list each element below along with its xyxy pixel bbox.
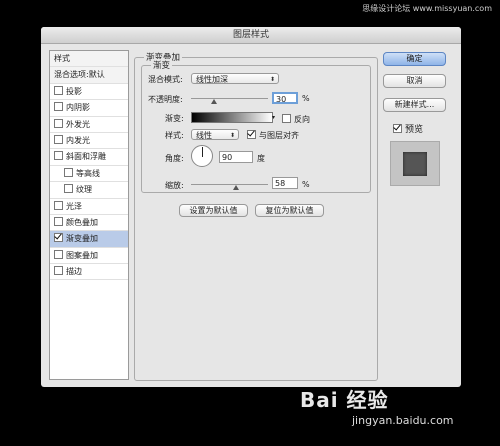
- gradient-dropdown-icon[interactable]: ▾: [272, 112, 277, 123]
- opacity-input[interactable]: 30: [272, 92, 298, 104]
- style-list-label: 等高线: [76, 168, 100, 178]
- style-preview: [390, 141, 440, 186]
- watermark-top: 思缘设计论坛 www.missyuan.com: [362, 4, 492, 13]
- opacity-slider-handle[interactable]: [211, 99, 218, 104]
- style-list-item[interactable]: 等高线: [50, 166, 128, 183]
- preview-checkbox-box[interactable]: [393, 124, 402, 133]
- gradient-group-title: 渐变: [151, 59, 173, 71]
- scale-input[interactable]: 58: [272, 177, 298, 189]
- dialog-title: 图层样式: [41, 27, 461, 44]
- style-list-item[interactable]: 斜面和浮雕: [50, 149, 128, 166]
- style-checkbox[interactable]: [54, 102, 63, 112]
- opacity-slider[interactable]: [191, 98, 268, 99]
- make-default-button[interactable]: 设置为默认值: [179, 204, 248, 217]
- baidu-watermark-url: jingyan.baidu.com: [352, 414, 454, 427]
- style-list-item[interactable]: 描边: [50, 264, 128, 281]
- style-checkbox[interactable]: [54, 266, 63, 276]
- style-list-label: 颜色叠加: [66, 217, 98, 227]
- gradient-style-select[interactable]: 线性 ⬍: [191, 129, 239, 140]
- style-list-item[interactable]: 内发光: [50, 133, 128, 150]
- style-checkbox[interactable]: [54, 118, 63, 128]
- angle-unit: 度: [257, 154, 265, 163]
- style-list-label: 描边: [66, 267, 82, 277]
- opacity-label: 不透明度:: [148, 95, 183, 104]
- reverse-checkbox[interactable]: 反向: [282, 114, 310, 125]
- gradient-label: 渐变:: [165, 114, 184, 123]
- style-checkbox[interactable]: [54, 85, 63, 95]
- style-list-label: 纹理: [76, 185, 92, 195]
- style-list-item[interactable]: 渐变叠加: [50, 231, 128, 248]
- style-checkbox[interactable]: [54, 216, 63, 226]
- styles-list: 样式混合选项:默认投影内阴影外发光内发光斜面和浮雕等高线纹理光泽颜色叠加渐变叠加…: [49, 50, 129, 380]
- align-checkbox-box[interactable]: [247, 130, 256, 139]
- gradient-preview-bar[interactable]: [191, 112, 273, 123]
- new-style-button[interactable]: 新建样式...: [383, 98, 446, 112]
- select-arrow-icon: ⬍: [229, 132, 235, 139]
- layer-style-dialog: 图层样式 样式混合选项:默认投影内阴影外发光内发光斜面和浮雕等高线纹理光泽颜色叠…: [41, 27, 461, 387]
- scale-slider[interactable]: [191, 184, 268, 185]
- style-list-item[interactable]: 纹理: [50, 182, 128, 199]
- cancel-button[interactable]: 取消: [383, 74, 446, 88]
- reverse-checkbox-box[interactable]: [282, 114, 291, 123]
- scale-unit: %: [302, 180, 310, 189]
- scale-slider-handle[interactable]: [232, 185, 239, 190]
- style-checkbox[interactable]: [54, 249, 63, 259]
- style-list-item[interactable]: 投影: [50, 84, 128, 101]
- style-checkbox[interactable]: [54, 200, 63, 210]
- angle-label: 角度:: [165, 154, 184, 163]
- style-list-label: 图案叠加: [66, 250, 98, 260]
- style-label: 样式:: [165, 131, 184, 140]
- scale-label: 缩放:: [165, 181, 184, 190]
- style-list-item[interactable]: 外发光: [50, 117, 128, 133]
- gradient-style-value: 线性: [196, 131, 212, 140]
- style-list-item[interactable]: 光泽: [50, 199, 128, 215]
- align-with-layer-checkbox[interactable]: 与图层对齐: [247, 130, 299, 141]
- preview-label: 预览: [405, 125, 424, 135]
- angle-input[interactable]: 90: [219, 151, 253, 163]
- preview-swatch: [403, 152, 427, 176]
- style-list-item[interactable]: 颜色叠加: [50, 215, 128, 232]
- preview-checkbox[interactable]: 预览: [393, 122, 423, 135]
- style-list-label: 渐变叠加: [66, 234, 98, 244]
- reset-default-button[interactable]: 复位为默认值: [255, 204, 324, 217]
- style-list-label: 样式: [54, 54, 70, 63]
- style-checkbox[interactable]: [54, 151, 63, 161]
- opacity-unit: %: [302, 94, 310, 103]
- style-checkbox[interactable]: [54, 233, 63, 243]
- blend-mode-value: 线性加深: [196, 75, 228, 84]
- style-list-label: 外发光: [66, 119, 90, 129]
- style-list-label: 混合选项:默认: [54, 70, 105, 80]
- style-list-label: 内发光: [66, 135, 90, 145]
- style-list-label: 内阴影: [66, 103, 90, 113]
- style-list-label: 投影: [66, 86, 82, 96]
- select-arrow-icon: ⬍: [269, 76, 275, 83]
- reverse-label: 反向: [294, 115, 310, 124]
- style-list-label: 光泽: [66, 201, 82, 211]
- angle-dial[interactable]: [191, 145, 213, 167]
- ok-button[interactable]: 确定: [383, 52, 446, 66]
- blend-mode-select[interactable]: 线性加深 ⬍: [191, 73, 279, 84]
- style-list-label: 斜面和浮雕: [66, 152, 106, 162]
- align-label: 与图层对齐: [259, 131, 299, 140]
- style-list-item[interactable]: 内阴影: [50, 100, 128, 117]
- blend-mode-label: 混合模式:: [148, 75, 183, 84]
- style-list-item[interactable]: 图案叠加: [50, 248, 128, 265]
- style-checkbox[interactable]: [54, 134, 63, 144]
- style-list-item[interactable]: 样式: [50, 51, 128, 68]
- style-list-item[interactable]: 混合选项:默认: [50, 67, 128, 84]
- style-checkbox[interactable]: [64, 167, 73, 177]
- style-checkbox[interactable]: [64, 184, 73, 194]
- baidu-watermark: Bai 经验: [300, 388, 389, 412]
